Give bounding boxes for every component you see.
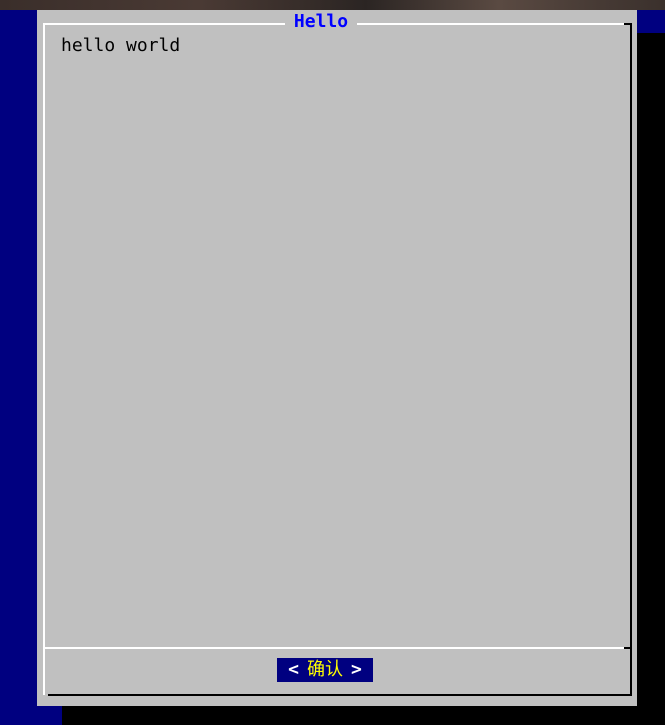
message-dialog: Hello hello world < 确认 > [37, 10, 637, 706]
ok-button-left-bracket: < [288, 659, 299, 680]
dialog-frame-bottom [48, 694, 632, 696]
dialog-frame-left [43, 23, 45, 695]
ok-button[interactable]: < 确认 > [277, 658, 373, 682]
dialog-message: hello world [61, 35, 181, 56]
dialog-shadow-right [637, 33, 665, 725]
dialog-title: Hello [285, 11, 357, 33]
dialog-button-separator [45, 647, 624, 649]
dialog-frame-top-left [43, 23, 287, 25]
dialog-frame-right [630, 23, 632, 696]
ok-button-right-bracket: > [351, 659, 362, 680]
desktop-wallpaper [0, 0, 665, 10]
dialog-shadow-bottom [62, 706, 665, 725]
ok-button-label: 确认 [307, 659, 343, 680]
dialog-separator-corner [624, 647, 632, 649]
dialog-frame-top-right [350, 23, 624, 25]
